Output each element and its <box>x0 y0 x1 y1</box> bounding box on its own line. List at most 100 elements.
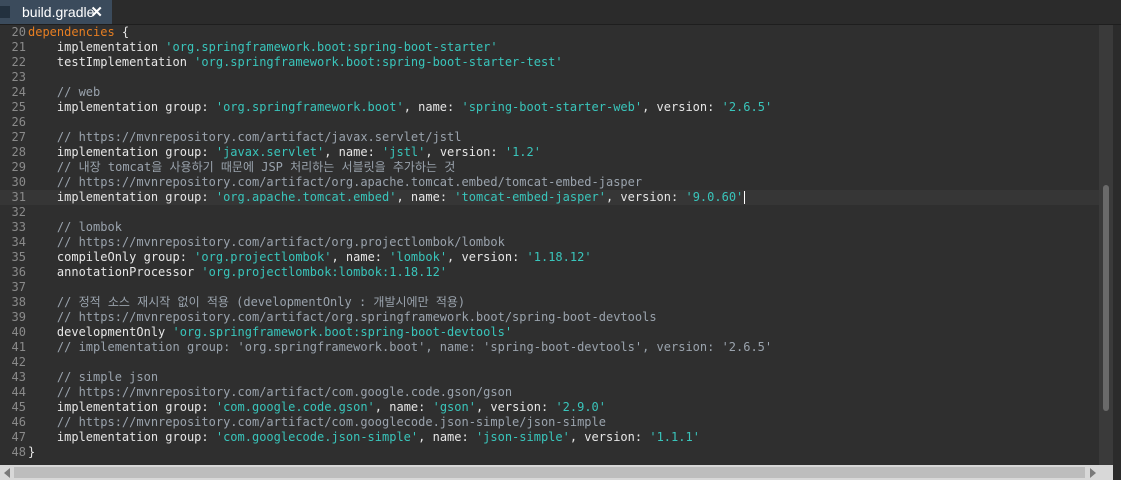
vertical-scrollbar[interactable] <box>1099 25 1113 465</box>
code-line[interactable]: 31 implementation group: 'org.apache.tom… <box>0 190 1099 205</box>
code-token: , name: <box>331 250 390 264</box>
line-number: 31 <box>11 190 26 204</box>
string-token: 'javax.servlet' <box>215 145 325 159</box>
code-token: , version: <box>425 145 505 159</box>
code-text: implementation group: 'com.google.code.g… <box>28 400 606 415</box>
code-line[interactable]: 39 // https://mvnrepository.com/artifact… <box>0 310 1099 325</box>
code-line[interactable]: 22 testImplementation 'org.springframewo… <box>0 55 1099 70</box>
code-line[interactable]: 26 <box>0 115 1099 130</box>
code-token: , version: <box>447 250 527 264</box>
horizontal-scrollbar-thumb[interactable] <box>14 467 1085 478</box>
code-text: // lombok <box>28 220 122 235</box>
code-token: { <box>114 25 130 39</box>
line-number: 36 <box>11 265 26 279</box>
code-line[interactable]: 23 <box>0 70 1099 85</box>
line-number: 41 <box>11 340 26 354</box>
line-number: 21 <box>11 40 26 54</box>
horizontal-scrollbar[interactable] <box>0 465 1113 480</box>
string-token: 'lombok' <box>389 250 448 264</box>
code-token: implementation <box>28 40 166 54</box>
code-text: // 정적 소스 재시작 없이 적용 (developmentOnly : 개발… <box>28 295 465 310</box>
file-icon <box>0 6 10 18</box>
string-token: 'org.projectlombok' <box>194 250 332 264</box>
code-line[interactable]: 35 compileOnly group: 'org.projectlombok… <box>0 250 1099 265</box>
code-text: annotationProcessor 'org.projectlombok:l… <box>28 265 447 280</box>
string-token: '1.1.1' <box>649 430 700 444</box>
line-number: 47 <box>11 430 26 444</box>
code-line[interactable]: 30 // https://mvnrepository.com/artifact… <box>0 175 1099 190</box>
code-line[interactable]: 28 implementation group: 'javax.servlet'… <box>0 145 1099 160</box>
line-number: 43 <box>11 370 26 384</box>
code-token: , name: <box>418 430 476 444</box>
code-line[interactable]: 24 // web <box>0 85 1099 100</box>
code-line[interactable]: 33 // lombok <box>0 220 1099 235</box>
code-text: // simple json <box>28 370 158 385</box>
code-line[interactable]: 41 // implementation group: 'org.springf… <box>0 340 1099 355</box>
code-line[interactable]: 48} <box>0 445 1099 460</box>
code-text: // implementation group: 'org.springfram… <box>28 340 772 355</box>
scroll-left-arrow-icon[interactable] <box>4 468 10 478</box>
code-editor[interactable]: 20 dependencies {21 implementation 'org.s… <box>0 25 1099 465</box>
code-line[interactable]: 45 implementation group: 'com.google.cod… <box>0 400 1099 415</box>
code-line[interactable]: 29 // 내장 tomcat을 사용하기 때문에 JSP 처리하는 서블릿을 … <box>0 160 1099 175</box>
line-number: 22 <box>11 55 26 69</box>
code-text: // https://mvnrepository.com/artifact/or… <box>28 175 642 190</box>
line-number: 24 <box>11 85 26 99</box>
code-text: // https://mvnrepository.com/artifact/or… <box>28 310 657 325</box>
code-line[interactable]: 20 dependencies { <box>0 25 1099 40</box>
line-number: 48 <box>11 445 26 459</box>
code-text: // https://mvnrepository.com/artifact/or… <box>28 235 505 250</box>
code-text: // https://mvnrepository.com/artifact/co… <box>28 385 512 400</box>
tab-title: build.gradle <box>22 4 95 20</box>
code-line[interactable]: 40 developmentOnly 'org.springframework.… <box>0 325 1099 340</box>
string-token: 'tomcat-embed-jasper' <box>454 190 606 204</box>
code-line[interactable]: 21 implementation 'org.springframework.b… <box>0 40 1099 55</box>
code-line[interactable]: 38 // 정적 소스 재시작 없이 적용 (developmentOnly :… <box>0 295 1099 310</box>
string-token: '2.9.0' <box>555 400 607 414</box>
line-number: 45 <box>11 400 26 414</box>
string-token: 'org.springframework.boot:spring-boot-st… <box>194 55 563 69</box>
line-number: 25 <box>11 100 26 114</box>
code-line[interactable]: 32 <box>0 205 1099 220</box>
code-token: , version: <box>475 400 556 414</box>
line-number: 23 <box>11 70 26 84</box>
code-line[interactable]: 42 <box>0 355 1099 370</box>
code-token: implementation group: <box>28 430 216 444</box>
code-line[interactable]: 44 // https://mvnrepository.com/artifact… <box>0 385 1099 400</box>
code-token: implementation group: <box>28 190 216 204</box>
line-number: 32 <box>11 205 26 219</box>
string-token: 'com.google.code.gson' <box>215 400 375 414</box>
code-token: testImplementation <box>28 55 195 69</box>
comment-token: // https://mvnrepository.com/artifact/or… <box>28 310 657 324</box>
code-text: // web <box>28 85 100 100</box>
scroll-right-arrow-icon[interactable] <box>1090 468 1096 478</box>
code-text: dependencies { <box>28 25 129 40</box>
close-icon[interactable]: ✕ <box>90 3 103 21</box>
code-line[interactable]: 47 implementation group: 'com.googlecode… <box>0 430 1099 445</box>
code-line[interactable]: 43 // simple json <box>0 370 1099 385</box>
string-token: 'org.springframework.boot' <box>215 100 404 114</box>
line-number: 37 <box>11 280 26 294</box>
code-line[interactable]: 27 // https://mvnrepository.com/artifact… <box>0 130 1099 145</box>
comment-token: // simple json <box>28 370 159 384</box>
line-number: 26 <box>11 115 26 129</box>
string-token: 'org.projectlombok:lombok:1.18.12' <box>201 265 448 279</box>
code-token: , version: <box>569 430 650 444</box>
code-line[interactable]: 36 annotationProcessor 'org.projectlombo… <box>0 265 1099 280</box>
tab-bar: build.gradle ✕ <box>0 0 1121 25</box>
code-text: implementation group: 'org.springframewo… <box>28 100 772 115</box>
code-line[interactable]: 37 <box>0 280 1099 295</box>
code-line[interactable]: 46 // https://mvnrepository.com/artifact… <box>0 415 1099 430</box>
code-line[interactable]: 34 // https://mvnrepository.com/artifact… <box>0 235 1099 250</box>
line-number: 44 <box>11 385 26 399</box>
string-token: '1.2' <box>504 145 541 159</box>
comment-token: // web <box>28 85 101 99</box>
comment-token: // https://mvnrepository.com/artifact/ja… <box>28 130 462 144</box>
vertical-scrollbar-thumb[interactable] <box>1103 185 1109 411</box>
code-line[interactable]: 25 implementation group: 'org.springfram… <box>0 100 1099 115</box>
code-text: implementation group: 'org.apache.tomcat… <box>28 190 746 205</box>
code-text: implementation group: 'javax.servlet', n… <box>28 145 541 160</box>
tab-build-gradle[interactable]: build.gradle ✕ <box>0 0 112 24</box>
string-token: 'org.apache.tomcat.embed' <box>215 190 397 204</box>
code-token: compileOnly group: <box>28 250 195 264</box>
